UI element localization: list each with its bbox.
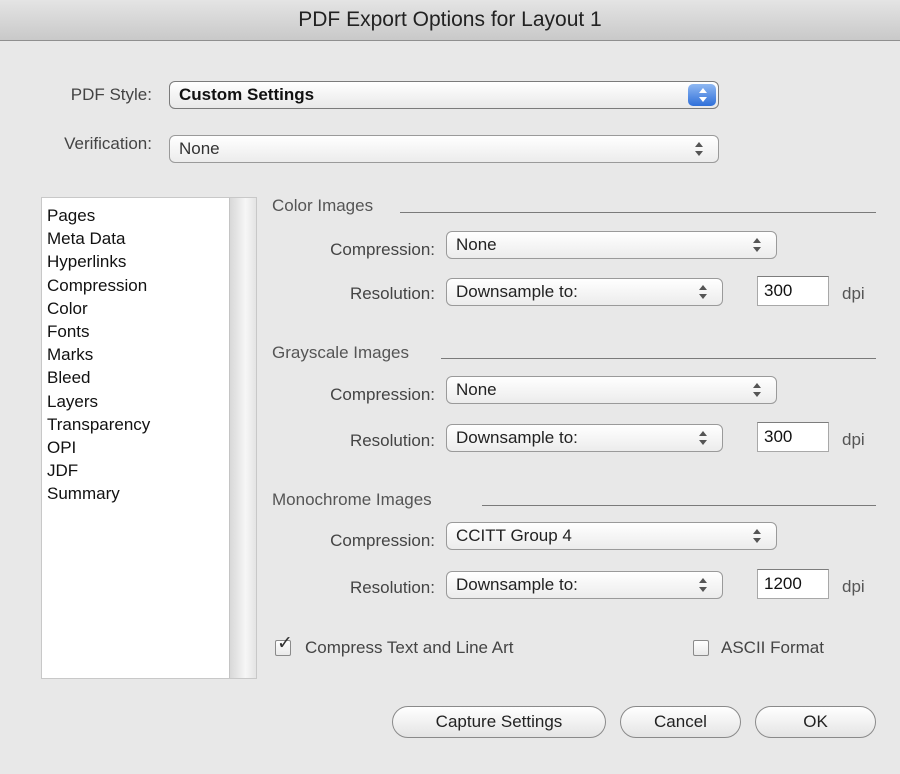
monochrome-dpi-unit: dpi — [842, 577, 865, 596]
verification-label: Verification: — [64, 134, 152, 153]
grayscale-resolution-mode: Downsample to: — [456, 428, 578, 447]
sidebar-scrollbar[interactable] — [229, 198, 256, 678]
window-title: PDF Export Options for Layout 1 — [0, 0, 900, 41]
sidebar-item-marks[interactable]: Marks — [47, 343, 256, 366]
color-compression-label: Compression: — [330, 240, 435, 259]
pdf-style-label: PDF Style: — [70, 85, 152, 104]
section-divider — [482, 505, 876, 506]
settings-sidebar[interactable]: Pages Meta Data Hyperlinks Compression C… — [41, 197, 257, 679]
popup-arrows-icon — [751, 381, 763, 399]
section-divider — [441, 358, 876, 359]
ascii-format-label: ASCII Format — [721, 638, 824, 657]
compress-text-label: Compress Text and Line Art — [305, 638, 514, 657]
verification-popup[interactable]: None — [169, 135, 719, 163]
sidebar-item-fonts[interactable]: Fonts — [47, 320, 256, 343]
grayscale-dpi-unit: dpi — [842, 430, 865, 449]
monochrome-resolution-label: Resolution: — [349, 578, 435, 597]
color-compression-popup[interactable]: None — [446, 231, 777, 259]
grayscale-images-heading: Grayscale Images — [272, 343, 409, 362]
color-resolution-input[interactable]: 300 — [757, 276, 829, 306]
monochrome-resolution-popup[interactable]: Downsample to: — [446, 571, 723, 599]
section-divider — [400, 212, 876, 213]
monochrome-images-heading: Monochrome Images — [272, 490, 432, 509]
monochrome-resolution-mode: Downsample to: — [456, 575, 578, 594]
grayscale-compression-label: Compression: — [330, 385, 435, 404]
pdf-style-popup[interactable]: Custom Settings — [169, 81, 719, 109]
sidebar-item-transparency[interactable]: Transparency — [47, 413, 256, 436]
color-resolution-popup[interactable]: Downsample to: — [446, 278, 723, 306]
popup-arrows-icon — [751, 527, 763, 545]
grayscale-compression-popup[interactable]: None — [446, 376, 777, 404]
sidebar-item-hyperlinks[interactable]: Hyperlinks — [47, 250, 256, 273]
capture-settings-button[interactable]: Capture Settings — [392, 706, 606, 738]
popup-arrows-icon — [751, 236, 763, 254]
ascii-format-checkbox[interactable] — [693, 640, 709, 656]
color-images-heading: Color Images — [272, 196, 374, 215]
monochrome-compression-popup[interactable]: CCITT Group 4 — [446, 522, 777, 550]
sidebar-item-meta-data[interactable]: Meta Data — [47, 227, 256, 250]
popup-arrows-icon — [697, 283, 709, 301]
grayscale-compression-value: None — [456, 380, 497, 399]
popup-arrows-icon — [697, 429, 709, 447]
color-compression-value: None — [456, 235, 497, 254]
popup-arrows-icon — [688, 84, 716, 106]
sidebar-item-color[interactable]: Color — [47, 297, 256, 320]
checkmark-icon: ✓ — [277, 633, 293, 654]
sidebar-item-bleed[interactable]: Bleed — [47, 366, 256, 389]
cancel-button[interactable]: Cancel — [620, 706, 741, 738]
monochrome-compression-label: Compression: — [330, 531, 435, 550]
compress-text-checkbox[interactable]: ✓ — [275, 634, 293, 656]
grayscale-resolution-input[interactable]: 300 — [757, 422, 829, 452]
verification-value: None — [179, 139, 220, 158]
ok-button[interactable]: OK — [755, 706, 876, 738]
sidebar-item-pages[interactable]: Pages — [47, 204, 256, 227]
sidebar-item-layers[interactable]: Layers — [47, 390, 256, 413]
monochrome-compression-value: CCITT Group 4 — [456, 526, 572, 545]
color-resolution-mode: Downsample to: — [456, 282, 578, 301]
color-dpi-unit: dpi — [842, 284, 865, 303]
monochrome-resolution-input[interactable]: 1200 — [757, 569, 829, 599]
sidebar-item-opi[interactable]: OPI — [47, 436, 256, 459]
popup-arrows-icon — [697, 576, 709, 594]
sidebar-item-summary[interactable]: Summary — [47, 482, 256, 505]
pdf-style-value: Custom Settings — [179, 85, 315, 104]
popup-arrows-icon — [693, 140, 705, 158]
grayscale-resolution-popup[interactable]: Downsample to: — [446, 424, 723, 452]
sidebar-item-compression[interactable]: Compression — [47, 274, 256, 297]
color-resolution-label: Resolution: — [349, 284, 435, 303]
sidebar-item-jdf[interactable]: JDF — [47, 459, 256, 482]
grayscale-resolution-label: Resolution: — [349, 431, 435, 450]
